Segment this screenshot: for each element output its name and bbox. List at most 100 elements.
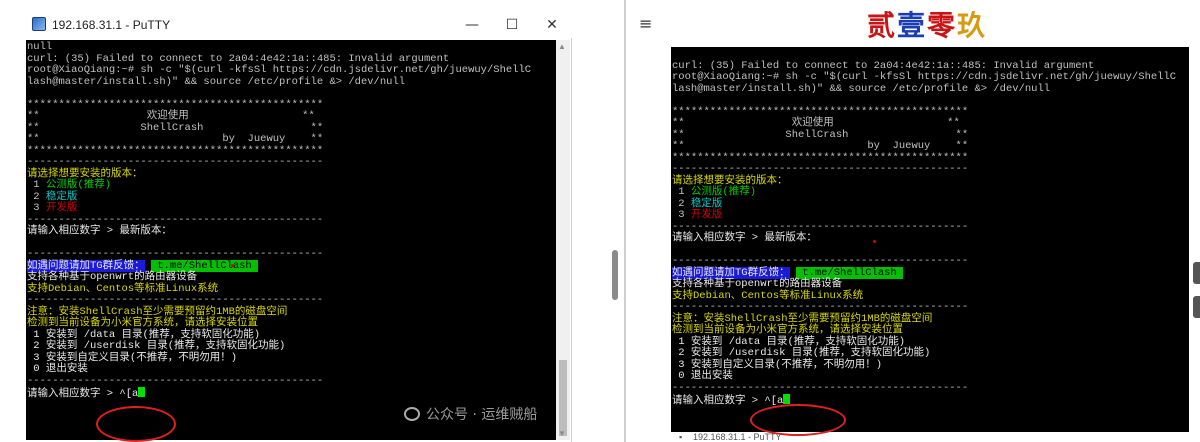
terminal-text: 开发版 (45, 202, 78, 214)
telegram-link[interactable]: t.me/ShellClash (150, 259, 259, 272)
terminal-text: ** ShellCrash ** (27, 121, 324, 134)
terminal-text: ----------------------------------------… (27, 248, 324, 260)
terminal-text: lash@master/install.sh)" && source /etc/… (672, 82, 1051, 95)
terminal-text: ----------------------------------------… (672, 255, 969, 267)
wechat-icon (404, 407, 420, 421)
terminal-line: ----------------------------------------… (26, 374, 556, 388)
terminal-text: 请选择想要安装的版本： (27, 167, 143, 180)
taskbar-strip: ▪ 192.168.31.1 - PuTTY (671, 432, 1189, 442)
scroll-up-icon[interactable]: ▲ (558, 42, 566, 51)
terminal-text: ****************************************… (672, 105, 969, 118)
terminal-line: lash@master/install.sh)" && source /etc/… (671, 82, 1189, 96)
close-button[interactable]: ✕ (538, 14, 566, 36)
hamburger-menu-icon[interactable]: ≡ (639, 14, 652, 33)
watermark-text: 公众号 · 运维贼船 (426, 407, 538, 423)
terminal-text: 注意：安装ShellCrash至少需要预留约1MB的磁盘空间 (27, 305, 288, 318)
terminal-text: 稳定版 (690, 197, 723, 210)
title-bar[interactable]: 192.168.31.1 - PuTTY — ☐ ✕ (0, 0, 572, 38)
terminal-text: 请输入相应数字 > 最新版本： (672, 232, 817, 244)
window-divider (624, 0, 626, 442)
terminal-text: null (27, 41, 53, 53)
drag-handle[interactable] (612, 250, 618, 300)
terminal-text: 稳定版 (45, 190, 78, 203)
terminal-output[interactable]: null curl: (35) Failed to connect to 2a04… (26, 40, 556, 440)
terminal-text: 如遇问题请加TG群反馈： (27, 259, 145, 272)
terminal-line: 3 安装到自定义目录(不推荐，不明勿用！) (26, 351, 556, 365)
terminal-text: ****************************************… (27, 98, 324, 111)
putty-window-left: 192.168.31.1 - PuTTY — ☐ ✕ null curl: (35… (0, 0, 572, 442)
terminal-text: ****************************************… (672, 151, 969, 164)
taskbar-label: 192.168.31.1 - PuTTY (693, 432, 782, 442)
terminal-line: 请输入相应数字 > ^[a (26, 387, 556, 400)
annotation-dot (873, 240, 876, 243)
terminal-text: 2 安装到 /userdisk 目录(推荐，支持软固化功能) (672, 347, 931, 359)
terminal-text: 请输入相应数字 > 最新版本： (27, 225, 172, 237)
terminal-line: 2 稳定版 (671, 197, 1189, 211)
annotation-dot (231, 264, 234, 267)
terminal-text: 检测到当前设备为小米官方系统，请选择安装位置 (27, 317, 258, 329)
terminal-line: 3 安装到自定义目录(不推荐，不明勿用！) (671, 358, 1189, 372)
terminal-text: 2 安装到 /userdisk 目录(推荐，支持软固化功能) (27, 340, 286, 352)
terminal-line: 1 公测版(推荐) (671, 186, 1189, 199)
terminal-text: 2 (672, 197, 691, 210)
terminal-text: 3 (27, 202, 46, 214)
terminal-text: 请输入相应数字 > ^[a (27, 388, 139, 400)
terminal-text: 公测版(推荐) (690, 186, 757, 198)
window-gap (572, 0, 626, 442)
terminal-text: 0 退出安装 (672, 370, 733, 382)
terminal-text: ----------------------------------------… (672, 301, 969, 313)
terminal-text: 1 安装到 /data 目录(推荐，支持软固化功能) (672, 335, 906, 348)
terminal-line: 请输入相应数字 > 最新版本： (26, 225, 556, 238)
brand-char: 贰 (867, 9, 898, 42)
right-panel: ≡ 贰壹零玖 curl: (35) Failed to connect to 2… (627, 0, 1200, 442)
brand-char: 零 (927, 9, 958, 42)
terminal-text: 1 (672, 186, 691, 198)
terminal-text: 注意：安装ShellCrash至少需要预留约1MB的磁盘空间 (672, 312, 933, 325)
brand-char: 玖 (957, 9, 988, 42)
terminal-text: ----------------------------------------… (27, 374, 324, 387)
terminal-text: 3 (672, 209, 691, 221)
terminal-text: 0 退出安装 (27, 363, 88, 375)
terminal-text: 请选择想要安装的版本： (672, 174, 788, 187)
brand-char: 壹 (897, 9, 928, 42)
terminal-text: 3 安装到自定义目录(不推荐，不明勿用！) (672, 358, 883, 371)
putty-small-icon: ▪ (679, 432, 683, 442)
terminal-text: 1 安装到 /data 目录(推荐，支持软固化功能) (27, 328, 261, 341)
terminal-text: 1 (27, 179, 46, 191)
edge-tab-button[interactable] (1193, 296, 1200, 318)
terminal-text: 开发版 (690, 209, 723, 221)
terminal-line: 请输入相应数字 > 最新版本： (671, 232, 1189, 245)
vertical-scrollbar[interactable]: ▲ ▼ (556, 40, 570, 440)
scroll-down-icon[interactable]: ▼ (558, 429, 566, 438)
edge-tab-button[interactable] (1193, 262, 1200, 284)
maximize-button[interactable]: ☐ (498, 14, 526, 36)
terminal-line: ----------------------------------------… (671, 381, 1189, 395)
terminal-text: ****************************************… (27, 144, 324, 157)
telegram-link[interactable]: t.me/ShellClash (795, 266, 904, 279)
terminal-cursor (138, 387, 146, 397)
terminal-line: ----------------------------------------… (671, 255, 1189, 268)
terminal-line: 1 公测版(推荐) (26, 179, 556, 192)
terminal-text: root@XiaoQiang:~# sh -c "$(curl -kfsSl h… (672, 71, 1177, 83)
watermark: 公众号 · 运维贼船 (404, 404, 537, 424)
terminal-text: 公测版(推荐) (45, 179, 112, 191)
minimize-button[interactable]: — (458, 14, 486, 36)
terminal-text: ** by Juewuy ** (27, 133, 324, 145)
terminal-text: 如遇问题请加TG群反馈： (672, 266, 790, 279)
scrollbar-thumb[interactable] (559, 360, 567, 436)
terminal-text: 支持Debian、Centos等标准Linux系统 (27, 282, 219, 295)
terminal-text: curl: (35) Failed to connect to 2a04:4e4… (672, 59, 1095, 72)
terminal-line: lash@master/install.sh)" && source /etc/… (26, 76, 556, 89)
terminal-text: root@XiaoQiang:~# sh -c "$(curl -kfsSl h… (27, 64, 532, 76)
terminal-line: 请输入相应数字 > ^[a (671, 394, 1189, 407)
brand-logo: 贰壹零玖 (867, 4, 988, 42)
terminal-text: 检测到当前设备为小米官方系统，请选择安装位置 (672, 324, 903, 336)
terminal-text: ----------------------------------------… (672, 381, 969, 394)
terminal-text: 3 安装到自定义目录(不推荐，不明勿用！) (27, 351, 238, 364)
terminal-text: ----------------------------------------… (672, 163, 969, 175)
terminal-output-copy[interactable]: curl: (35) Failed to connect to 2a04:4e4… (671, 47, 1189, 442)
putty-app-icon (32, 17, 46, 31)
terminal-line: ----------------------------------------… (26, 248, 556, 261)
